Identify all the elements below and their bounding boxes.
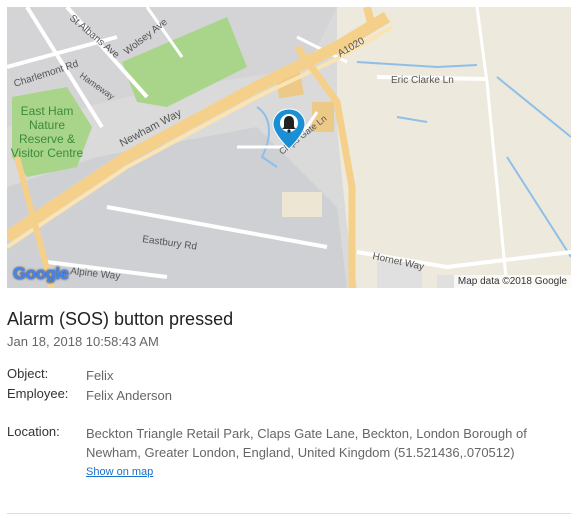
divider	[7, 513, 571, 514]
location-label: Location:	[7, 424, 60, 439]
show-on-map-link[interactable]: Show on map	[86, 466, 153, 478]
building	[282, 192, 322, 217]
object-label: Object:	[7, 366, 49, 381]
object-value: Felix	[86, 368, 114, 383]
location-line-1: Beckton Triangle Retail Park, Claps Gate…	[86, 426, 527, 441]
map-view[interactable]: St Albans Ave Wolsey Ave Charlemont Rd H…	[7, 7, 571, 288]
street-label: Eric Clarke Ln	[391, 75, 454, 86]
event-title: Alarm (SOS) button pressed	[7, 309, 234, 329]
event-timestamp: Jan 18, 2018 10:58:43 AM	[7, 334, 159, 349]
poi-label: Nature	[29, 118, 65, 132]
employee-value: Felix Anderson	[86, 388, 172, 403]
map-canvas[interactable]: St Albans Ave Wolsey Ave Charlemont Rd H…	[7, 7, 571, 288]
map-attribution[interactable]: Map data ©2018 Google	[453, 275, 571, 288]
location-value: Beckton Triangle Retail Park, Claps Gate…	[86, 424, 546, 462]
poi-label: Visitor Centre	[11, 146, 84, 160]
poi-label: East Ham	[21, 104, 74, 118]
google-logo: Google	[13, 264, 69, 283]
event-card: St Albans Ave Wolsey Ave Charlemont Rd H…	[0, 0, 583, 532]
location-line-2: Newham, Greater London, England, United …	[86, 445, 515, 460]
poi-label: Reserve &	[19, 132, 75, 146]
employee-label: Employee:	[7, 386, 69, 401]
